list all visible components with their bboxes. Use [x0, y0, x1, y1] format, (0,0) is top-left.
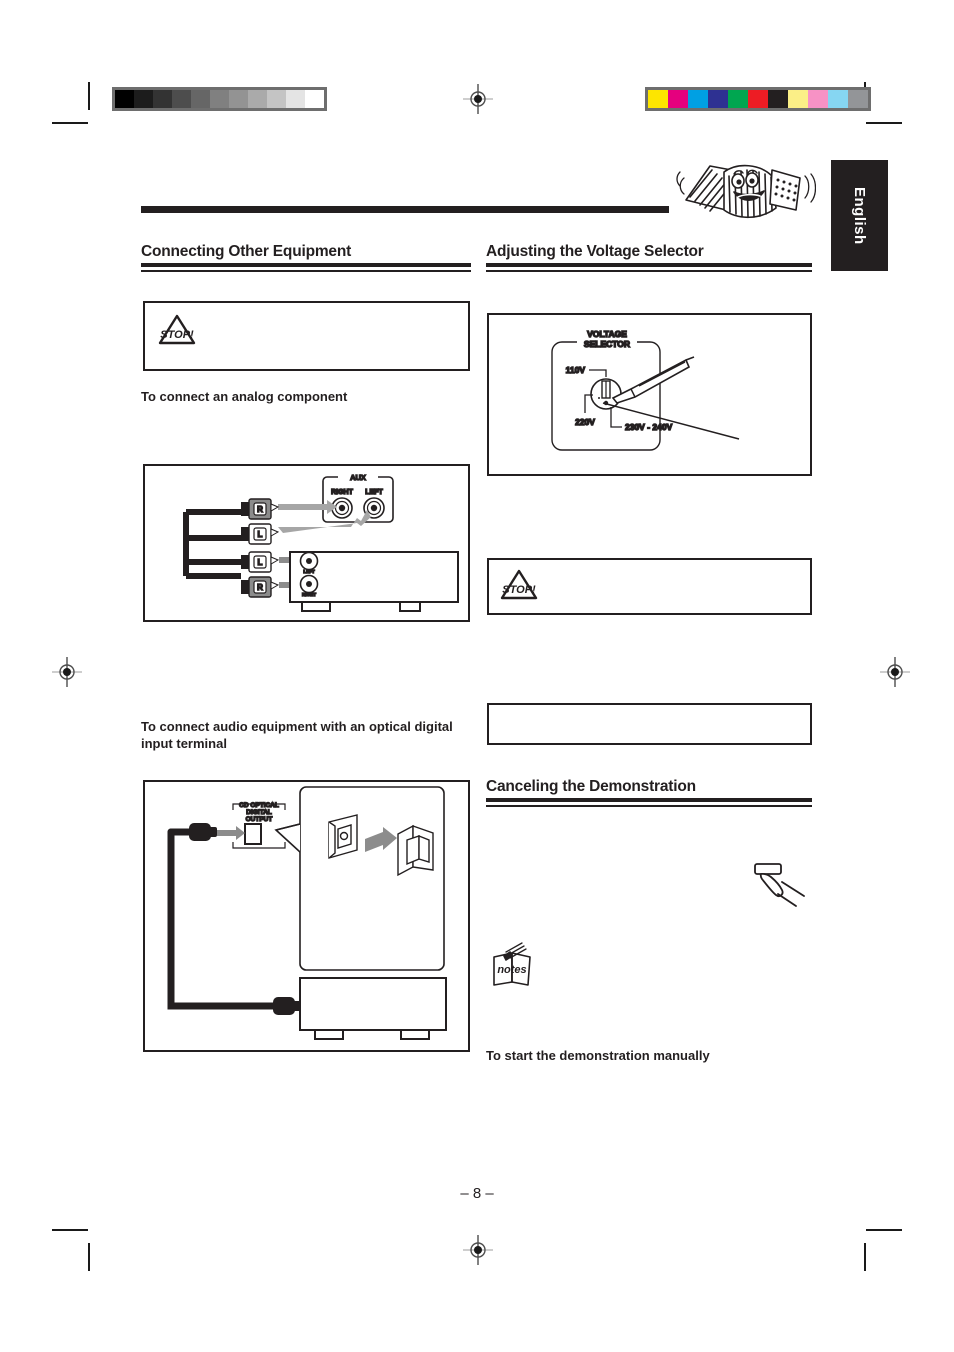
- grayscale-step-9: [286, 90, 305, 108]
- registration-target-top: [463, 84, 493, 114]
- crop-mark-top-left-vertical: [88, 82, 90, 110]
- crop-mark-bottom-left-horizontal: [52, 1229, 88, 1231]
- section-heading-rule-thick-demo: [486, 798, 812, 802]
- grayscale-step-10: [305, 90, 324, 108]
- analog-connection-diagram: AUX RIGHT LEFT R L L R LEFT RIGHT: [143, 464, 470, 622]
- subheading-connect-analog-component: To connect an analog component: [141, 389, 348, 404]
- svg-text:LEFT: LEFT: [303, 569, 314, 574]
- optical-digital-connection-diagram: CD OPTICAL DIGITAL OUTPUT: [143, 780, 470, 1052]
- svg-text:R: R: [257, 505, 263, 514]
- color-step-8: [808, 90, 828, 108]
- notes-icon: notes: [490, 942, 538, 988]
- grayscale-step-0: [115, 90, 134, 108]
- svg-text:110V: 110V: [566, 365, 586, 375]
- crop-mark-bottom-right-horizontal: [866, 1229, 902, 1231]
- color-step-4: [728, 90, 748, 108]
- section-heading-canceling-demonstration: Canceling the Demonstration: [486, 778, 696, 795]
- svg-text:VOLTAGE: VOLTAGE: [587, 329, 627, 339]
- svg-text:L: L: [258, 558, 263, 567]
- svg-text:STOP!: STOP!: [160, 329, 194, 341]
- crop-mark-bottom-left-vertical: [88, 1243, 90, 1271]
- registration-target-right: [880, 657, 910, 687]
- note-box-right: [487, 703, 812, 745]
- grayscale-step-3: [172, 90, 191, 108]
- svg-text:OUTPUT: OUTPUT: [246, 816, 273, 823]
- accordion-mascot-icon: [672, 148, 816, 226]
- svg-text:AUX: AUX: [350, 473, 366, 482]
- svg-text:STOP!: STOP!: [502, 584, 536, 596]
- hand-pressing-button-icon: [752, 860, 812, 908]
- language-tab-english: English: [831, 160, 888, 271]
- subheading-start-demonstration-manually: To start the demonstration manually: [486, 1048, 710, 1063]
- grayscale-step-6: [229, 90, 248, 108]
- svg-text:R: R: [257, 583, 263, 592]
- stop-caution-icon: STOP!: [157, 313, 197, 347]
- section-heading-rule-thick-left: [141, 263, 471, 267]
- section-heading-connecting-other-equipment: Connecting Other Equipment: [141, 243, 352, 260]
- color-step-10: [848, 90, 868, 108]
- caution-box-left: STOP!: [143, 301, 470, 371]
- subheading-connect-optical-digital: To connect audio equipment with an optic…: [141, 719, 453, 751]
- voltage-selector-diagram: VOLTAGE SELECTOR 110V 220V 230V - 240V: [487, 313, 812, 476]
- crop-mark-bottom-right-vertical: [864, 1243, 866, 1271]
- grayscale-step-1: [134, 90, 153, 108]
- color-calibration-bar: [645, 87, 871, 111]
- grayscale-step-7: [248, 90, 267, 108]
- section-heading-rule-thin-left: [141, 270, 471, 272]
- svg-text:notes: notes: [497, 964, 526, 976]
- color-step-7: [788, 90, 808, 108]
- section-heading-rule-thin-voltage: [486, 270, 812, 272]
- svg-text:DIGITAL: DIGITAL: [246, 809, 272, 816]
- grayscale-step-4: [191, 90, 210, 108]
- registration-target-bottom: [463, 1235, 493, 1265]
- header-rule: [141, 206, 669, 213]
- section-heading-rule-thick-voltage: [486, 263, 812, 267]
- grayscale-step-2: [153, 90, 172, 108]
- page-number: – 8 –: [460, 1185, 494, 1202]
- color-step-1: [668, 90, 688, 108]
- color-step-9: [828, 90, 848, 108]
- section-heading-rule-thin-demo: [486, 805, 812, 807]
- stop-caution-icon: STOP!: [499, 568, 539, 602]
- svg-text:SELECTOR: SELECTOR: [584, 339, 630, 349]
- manual-page: English Connecting Other Equipment STOP!…: [0, 0, 954, 1352]
- crop-mark-top-left-horizontal: [52, 122, 88, 124]
- caution-box-right: STOP!: [487, 558, 812, 615]
- grayscale-step-8: [267, 90, 286, 108]
- color-step-6: [768, 90, 788, 108]
- color-step-5: [748, 90, 768, 108]
- svg-text:LEFT: LEFT: [365, 489, 383, 496]
- grayscale-step-wedge: [112, 87, 327, 111]
- registration-target-left: [52, 657, 82, 687]
- crop-mark-top-right-horizontal: [866, 122, 902, 124]
- svg-text:RIGHT: RIGHT: [302, 592, 316, 597]
- svg-text:220V: 220V: [575, 417, 595, 427]
- svg-text:230V - 240V: 230V - 240V: [625, 422, 673, 432]
- grayscale-step-5: [210, 90, 229, 108]
- color-step-0: [648, 90, 668, 108]
- section-heading-adjusting-voltage-selector: Adjusting the Voltage Selector: [486, 243, 704, 260]
- color-step-2: [688, 90, 708, 108]
- color-step-3: [708, 90, 728, 108]
- svg-text:L: L: [258, 530, 263, 539]
- svg-text:CD OPTICAL: CD OPTICAL: [239, 802, 279, 809]
- svg-text:RIGHT: RIGHT: [331, 489, 354, 496]
